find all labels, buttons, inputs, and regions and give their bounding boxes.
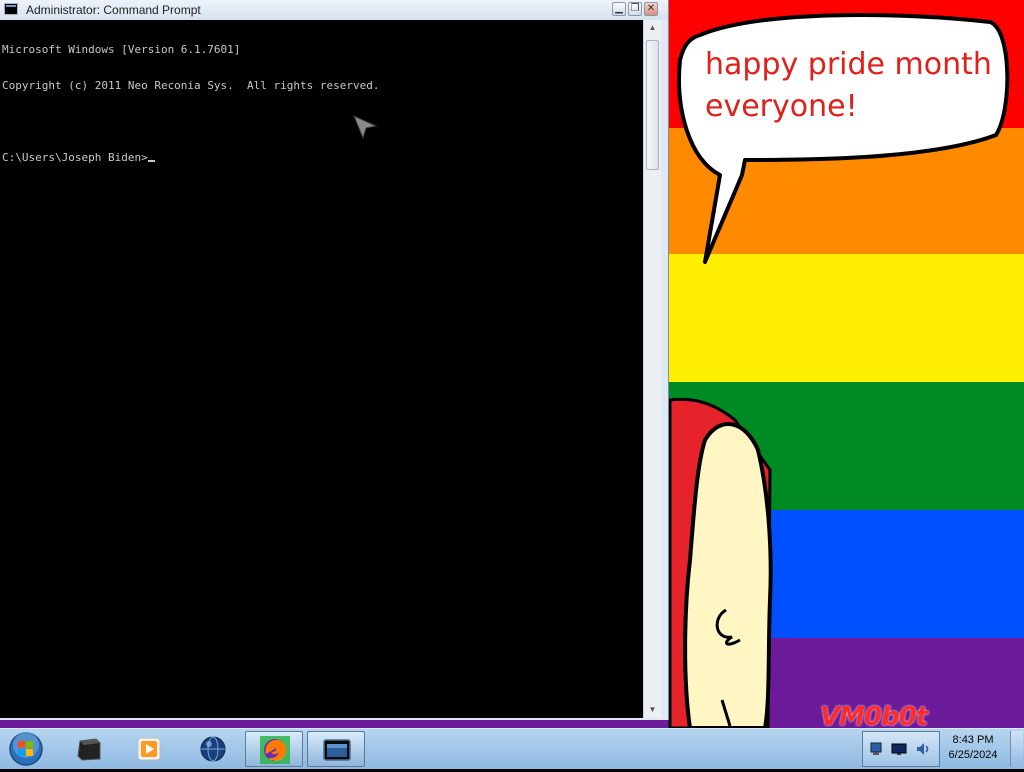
console-line: Copyright (c) 2011 Neo Reconia Sys. All … (2, 79, 380, 92)
restore-icon: ❐ (630, 3, 640, 14)
start-button[interactable] (6, 731, 46, 767)
clock-time: 8:43 PM (952, 734, 994, 746)
console-icon (4, 3, 18, 15)
taskbar-item-browser[interactable] (184, 731, 242, 767)
command-prompt-window[interactable]: Administrator: Command Prompt ▁ ❐ ✕ Micr… (0, 0, 669, 720)
minimize-icon: ▁ (615, 3, 623, 14)
taskbar-clock[interactable]: 8:43 PM 6/25/2024 (942, 733, 1004, 763)
console-prompt: C:\Users\Joseph Biden> (2, 151, 148, 164)
show-desktop-button[interactable] (1010, 731, 1023, 767)
window-titlebar[interactable]: Administrator: Command Prompt ▁ ❐ ✕ (0, 0, 668, 20)
speech-bubble-text: happy pride month everyone! (705, 47, 992, 124)
mouse-pointer-icon (353, 115, 378, 140)
terminal-icon (77, 738, 101, 761)
close-icon: ✕ (646, 3, 656, 14)
volume-icon[interactable] (915, 741, 931, 757)
text-cursor (147, 160, 155, 162)
media-player-icon (137, 737, 161, 761)
windows-start-icon (9, 732, 43, 766)
scroll-thumb[interactable] (646, 40, 659, 170)
clock-date: 6/25/2024 (948, 749, 998, 761)
scroll-down-button[interactable]: ▼ (644, 702, 661, 718)
taskbar: 8:43 PM 6/25/2024 (0, 728, 1024, 769)
network-icon[interactable] (869, 741, 885, 757)
window-title: Administrator: Command Prompt (26, 3, 201, 17)
globe-icon (200, 736, 226, 762)
display-icon[interactable] (891, 741, 907, 757)
chevron-up-icon: ▲ (648, 23, 657, 32)
system-tray (862, 731, 940, 767)
minimize-button[interactable]: ▁ (612, 2, 626, 16)
vertical-scrollbar[interactable]: ▲ ▼ (643, 20, 661, 718)
console-prompt-line[interactable]: C:\Users\Joseph Biden> (2, 152, 641, 164)
scroll-up-button[interactable]: ▲ (644, 20, 661, 36)
figure-head (683, 422, 773, 728)
close-button[interactable]: ✕ (644, 2, 658, 16)
console-output[interactable]: Microsoft Windows [Version 6.1.7601] Cop… (0, 20, 643, 718)
taskbar-item-command-prompt[interactable] (307, 731, 365, 767)
restore-button[interactable]: ❐ (628, 2, 642, 16)
taskbar-item-firefox[interactable] (245, 731, 303, 767)
console-line: Microsoft Windows [Version 6.1.7601] (2, 43, 241, 56)
taskbar-item-terminal[interactable] (60, 731, 118, 767)
console-icon (323, 739, 351, 761)
chevron-down-icon: ▼ (648, 705, 657, 714)
firefox-icon (260, 736, 290, 764)
taskbar-item-media-player[interactable] (120, 731, 178, 767)
